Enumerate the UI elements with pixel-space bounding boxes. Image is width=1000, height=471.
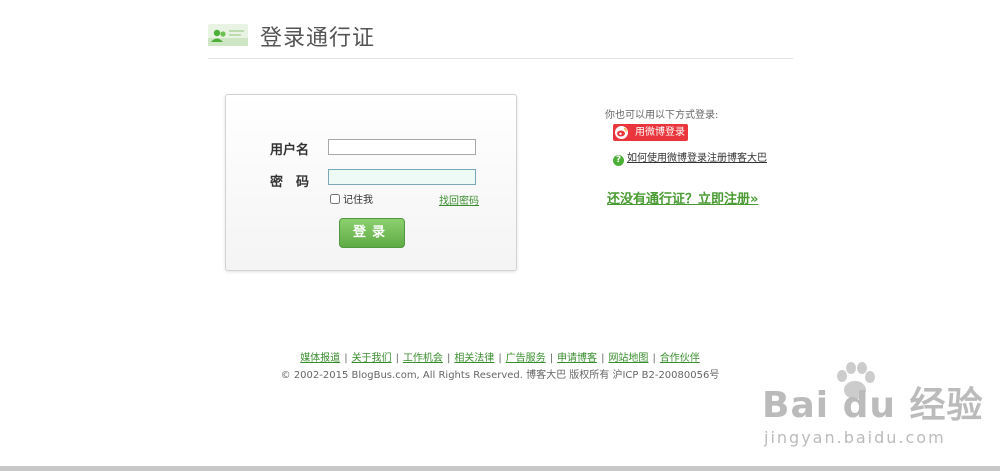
- footer-link-media[interactable]: 媒体报道: [300, 353, 340, 364]
- footer-separator: |: [601, 353, 605, 364]
- footer-link-apply-blog[interactable]: 申请博客: [557, 353, 597, 364]
- watermark-url: jingyan.baidu.com: [764, 428, 946, 447]
- watermark-brand: Bai du 经验: [762, 385, 984, 426]
- remember-me-label: 记住我: [343, 195, 373, 206]
- register-link[interactable]: 还没有通行证？立即注册»: [607, 188, 758, 207]
- password-input[interactable]: [328, 169, 476, 185]
- footer-separator: |: [652, 353, 656, 364]
- weibo-login-label: 用微博登录: [635, 127, 685, 138]
- login-button[interactable]: 登录: [339, 218, 405, 248]
- baidu-jingyan-watermark: Bai du 经验 jingyan.baidu.com: [762, 362, 992, 454]
- weibo-help: ? 如何使用微博登录注册博客大巴: [613, 149, 767, 166]
- weibo-help-link[interactable]: 如何使用微博登录注册博客大巴: [627, 153, 767, 164]
- page-header: 登录通行证: [208, 18, 793, 59]
- password-label: 密 码: [270, 175, 310, 190]
- remember-me[interactable]: 记住我: [330, 191, 373, 206]
- footer-link-jobs[interactable]: 工作机会: [403, 353, 443, 364]
- footer-separator: |: [498, 353, 502, 364]
- footer-link-about[interactable]: 关于我们: [352, 353, 392, 364]
- footer-link-legal[interactable]: 相关法律: [454, 353, 494, 364]
- help-question-icon: ?: [613, 155, 624, 166]
- username-label: 用户名: [270, 143, 310, 158]
- page-title: 登录通行证: [260, 26, 376, 51]
- footer-separator: |: [549, 353, 554, 364]
- footer-separator: |: [344, 353, 348, 364]
- bottom-border: [0, 466, 1000, 471]
- footer-link-ads[interactable]: 广告服务: [506, 353, 546, 364]
- weibo-icon: [615, 126, 628, 139]
- alt-login-title: 你也可以用以下方式登录:: [605, 110, 719, 121]
- weibo-login-button[interactable]: 用微博登录: [613, 124, 688, 141]
- login-form: 用户名 密 码 记住我 找回密码 登录: [225, 94, 517, 271]
- forgot-password-link[interactable]: 找回密码: [439, 192, 479, 207]
- footer-separator: |: [446, 353, 451, 364]
- remember-me-checkbox[interactable]: [330, 194, 340, 204]
- footer-link-partners[interactable]: 合作伙伴: [660, 353, 700, 364]
- passport-card-icon: [208, 24, 248, 46]
- footer-link-sitemap[interactable]: 网站地图: [608, 353, 648, 364]
- alternative-login: 你也可以用以下方式登录: 用微博登录 ? 如何使用微博登录注册博客大巴 还没有通行…: [605, 106, 805, 207]
- username-input[interactable]: [328, 139, 476, 155]
- footer-separator: |: [395, 353, 399, 364]
